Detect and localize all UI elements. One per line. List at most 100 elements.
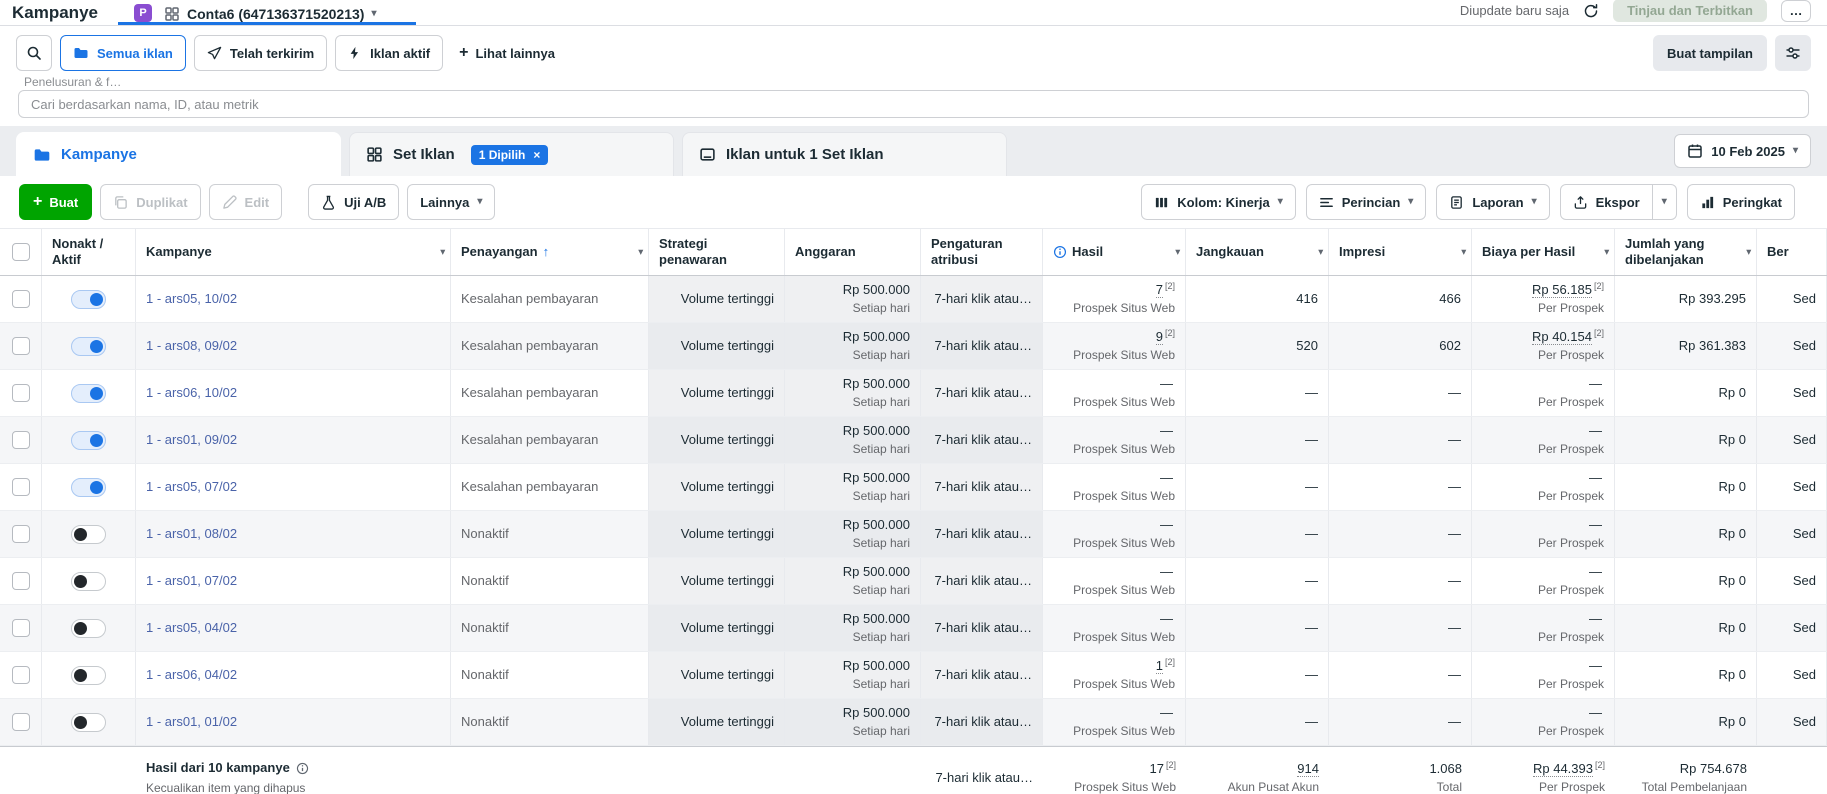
close-icon[interactable]: ×: [533, 149, 540, 161]
create-view-button[interactable]: Buat tampilan: [1653, 35, 1767, 71]
header-delivery[interactable]: Penayangan ↑ ▾: [451, 229, 649, 275]
header-cost-per-result[interactable]: Biaya per Hasil ▾: [1472, 229, 1615, 275]
cost-per-result-cell: — Per Prospek: [1472, 558, 1615, 604]
header-attribution[interactable]: Pengaturan atribusi: [921, 229, 1043, 275]
summary-empty-cell: [1757, 747, 1827, 794]
campaign-toggle[interactable]: [71, 430, 106, 450]
delivery-status: Nonaktif: [461, 525, 509, 541]
header-bid-strategy[interactable]: Strategi penawaran: [649, 229, 785, 275]
header-impressions[interactable]: Impresi ▾: [1329, 229, 1472, 275]
header-reach[interactable]: Jangkauan ▾: [1186, 229, 1329, 275]
ab-test-button[interactable]: Uji A/B: [308, 184, 400, 220]
campaign-toggle[interactable]: [71, 571, 106, 591]
search-input[interactable]: [18, 90, 1809, 118]
campaign-toggle[interactable]: [71, 618, 106, 638]
attribution-value: 7-hari klik atau…: [934, 478, 1032, 494]
campaign-name-link[interactable]: 1 - ars01, 09/02: [146, 432, 440, 448]
results-type: Prospek Situs Web: [1073, 582, 1175, 597]
see-more-filters-button[interactable]: + Lihat lainnya: [451, 35, 563, 71]
filter-tab-active-ads[interactable]: Iklan aktif: [335, 35, 444, 71]
row-checkbox[interactable]: [11, 431, 30, 449]
export-button[interactable]: Ekspor: [1559, 184, 1653, 220]
header-ends[interactable]: Ber: [1757, 229, 1827, 275]
edit-button[interactable]: Edit: [208, 184, 283, 220]
campaign-name-link[interactable]: 1 - ars01, 08/02: [146, 526, 440, 542]
tab-campaigns[interactable]: Kampanye: [16, 132, 341, 176]
campaign-toggle[interactable]: [71, 712, 106, 732]
delivery-status: Nonaktif: [461, 713, 509, 729]
filter-settings-button[interactable]: [1775, 35, 1811, 71]
amount-spent-value: Rp 393.295: [1678, 290, 1746, 306]
campaign-name-link[interactable]: 1 - ars05, 04/02: [146, 620, 440, 636]
row-checkbox[interactable]: [11, 525, 30, 543]
campaign-name-link[interactable]: 1 - ars06, 04/02: [146, 667, 440, 683]
header-amount-spent[interactable]: Jumlah yang dibelanjakan ▾: [1615, 229, 1757, 275]
row-checkbox[interactable]: [11, 619, 30, 637]
impressions-value: —: [1448, 572, 1461, 588]
attribution-cell: 7-hari klik atau…: [921, 370, 1043, 416]
row-checkbox[interactable]: [11, 337, 30, 355]
row-checkbox[interactable]: [11, 713, 30, 731]
campaign-toggle[interactable]: [71, 524, 106, 544]
profile-badge[interactable]: P: [133, 4, 152, 22]
campaign-name-link[interactable]: 1 - ars01, 01/02: [146, 714, 440, 730]
campaign-name-link[interactable]: 1 - ars08, 09/02: [146, 338, 440, 354]
more-options-button[interactable]: …: [1781, 0, 1811, 22]
exclude-deleted-link[interactable]: Kecualikan item yang dihapus: [146, 781, 441, 794]
cost-per-result-value: —: [1589, 564, 1602, 580]
create-button[interactable]: + Buat: [19, 184, 93, 220]
more-actions-button[interactable]: Lainnya ▾: [407, 184, 496, 220]
cost-per-result-value: —: [1589, 658, 1602, 674]
campaign-name-link[interactable]: 1 - ars05, 07/02: [146, 479, 440, 495]
review-publish-button[interactable]: Tinjau dan Terbitkan: [1613, 0, 1767, 22]
row-checkbox[interactable]: [11, 572, 30, 590]
search-button[interactable]: [16, 35, 52, 71]
amount-spent-value: Rp 0: [1718, 713, 1746, 729]
toggle-knob: [74, 574, 87, 588]
campaign-toggle[interactable]: [71, 477, 106, 497]
campaign-toggle[interactable]: [71, 383, 106, 403]
charts-button[interactable]: Peringkat: [1686, 184, 1795, 220]
filter-tab-delivered[interactable]: Telah terkirim: [193, 35, 328, 71]
table-row: 1 - ars06, 04/02 Nonaktif Volume terting…: [0, 652, 1827, 699]
budget-frequency: Setiap hari: [852, 488, 910, 503]
columns-button[interactable]: Kolom: Kinerja ▾: [1141, 184, 1296, 220]
campaigns-table: Nonakt / Aktif Kampanye ▾ Penayangan ↑ ▾…: [0, 228, 1827, 794]
date-range-picker[interactable]: 10 Feb 2025 ▾: [1674, 134, 1811, 168]
tab-ads[interactable]: Iklan untuk 1 Set Iklan: [682, 132, 1007, 176]
campaign-name-cell: 1 - ars01, 08/02: [136, 511, 451, 557]
info-icon: [1053, 245, 1067, 259]
export-options-button[interactable]: ▾: [1652, 184, 1677, 220]
breakdown-button[interactable]: Perincian ▾: [1305, 184, 1427, 220]
duplicate-button[interactable]: Duplikat: [100, 184, 201, 220]
row-checkbox[interactable]: [11, 666, 30, 684]
table-row: 1 - ars01, 07/02 Nonaktif Volume terting…: [0, 558, 1827, 605]
campaign-name-link[interactable]: 1 - ars05, 10/02: [146, 291, 440, 307]
header-checkbox-cell: [0, 229, 42, 275]
cost-per-result-type: Per Prospek: [1537, 300, 1604, 315]
header-campaign[interactable]: Kampanye ▾: [136, 229, 451, 275]
row-checkbox[interactable]: [11, 290, 30, 308]
campaign-toggle[interactable]: [71, 289, 106, 309]
cost-per-result-value: —: [1589, 423, 1602, 439]
campaign-name-link[interactable]: 1 - ars01, 07/02: [146, 573, 440, 589]
row-toggle-cell: [42, 464, 136, 510]
filter-tab-all-ads[interactable]: Semua iklan: [60, 35, 186, 71]
row-checkbox[interactable]: [11, 384, 30, 402]
report-button[interactable]: Laporan ▾: [1436, 184, 1550, 220]
toggle-knob: [90, 480, 103, 494]
tab-adsets[interactable]: Set Iklan 1 Dipilih ×: [349, 132, 674, 176]
account-selector[interactable]: Conta6 (647136371520213) ▾: [164, 6, 376, 22]
campaign-name-link[interactable]: 1 - ars06, 10/02: [146, 385, 440, 401]
campaign-toggle[interactable]: [71, 665, 106, 685]
see-more-label: Lihat lainnya: [475, 45, 555, 61]
campaign-toggle[interactable]: [71, 336, 106, 356]
reach-value: —: [1305, 384, 1318, 400]
row-checkbox[interactable]: [11, 478, 30, 496]
select-all-checkbox[interactable]: [11, 243, 30, 261]
more-actions-label: Lainnya: [420, 194, 470, 210]
header-results[interactable]: Hasil ▾: [1043, 229, 1186, 275]
refresh-icon[interactable]: [1583, 3, 1599, 19]
bid-strategy-value: Volume tertinggi: [680, 384, 774, 400]
header-budget[interactable]: Anggaran: [785, 229, 921, 275]
